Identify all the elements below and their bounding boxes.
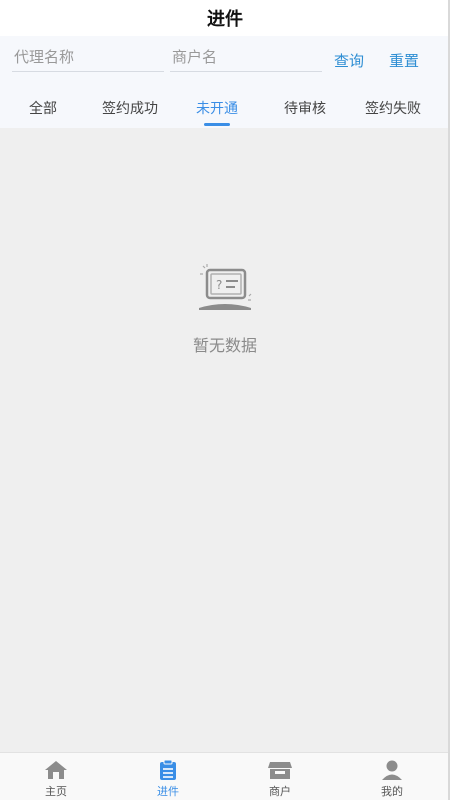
home-icon <box>43 759 69 781</box>
nav-home-label: 主页 <box>45 785 67 798</box>
tab-signed-success[interactable]: 签约成功 <box>102 98 158 118</box>
merchant-name-input[interactable] <box>170 42 322 72</box>
active-tab-indicator <box>204 123 230 126</box>
nav-home[interactable]: 主页 <box>0 759 112 799</box>
nav-merchant[interactable]: 商户 <box>224 759 336 799</box>
tab-pending-review[interactable]: 待审核 <box>284 98 326 118</box>
tab-all[interactable]: 全部 <box>29 98 57 118</box>
tab-not-activated[interactable]: 未开通 <box>196 98 238 118</box>
nav-application-label: 进件 <box>157 785 179 798</box>
reset-button[interactable]: 重置 <box>389 50 419 71</box>
page-title: 进件 <box>207 9 243 30</box>
nav-application[interactable]: 进件 <box>112 759 224 799</box>
agent-name-input[interactable] <box>12 42 164 72</box>
empty-state: ? 暂无数据 <box>0 262 450 356</box>
nav-merchant-label: 商户 <box>269 785 291 798</box>
filter-panel: 查询 重置 全部 签约成功 未开通 待审核 签约失败 <box>0 36 450 128</box>
nav-profile[interactable]: 我的 <box>336 759 448 799</box>
empty-text: 暂无数据 <box>192 336 257 355</box>
svg-text:?: ? <box>216 278 222 292</box>
search-row: 查询 重置 <box>0 42 450 76</box>
user-icon <box>379 759 405 781</box>
clipboard-icon <box>155 759 181 781</box>
no-data-icon: ? <box>199 264 252 310</box>
nav-profile-label: 我的 <box>381 785 403 798</box>
store-icon <box>267 759 293 781</box>
query-button[interactable]: 查询 <box>334 50 364 71</box>
status-tabs: 全部 签约成功 未开通 待审核 签约失败 <box>0 90 450 128</box>
tab-signed-failed[interactable]: 签约失败 <box>365 98 421 118</box>
app-header: 进件 <box>0 0 450 36</box>
bottom-nav: 主页 进件 商户 我的 <box>0 752 450 800</box>
